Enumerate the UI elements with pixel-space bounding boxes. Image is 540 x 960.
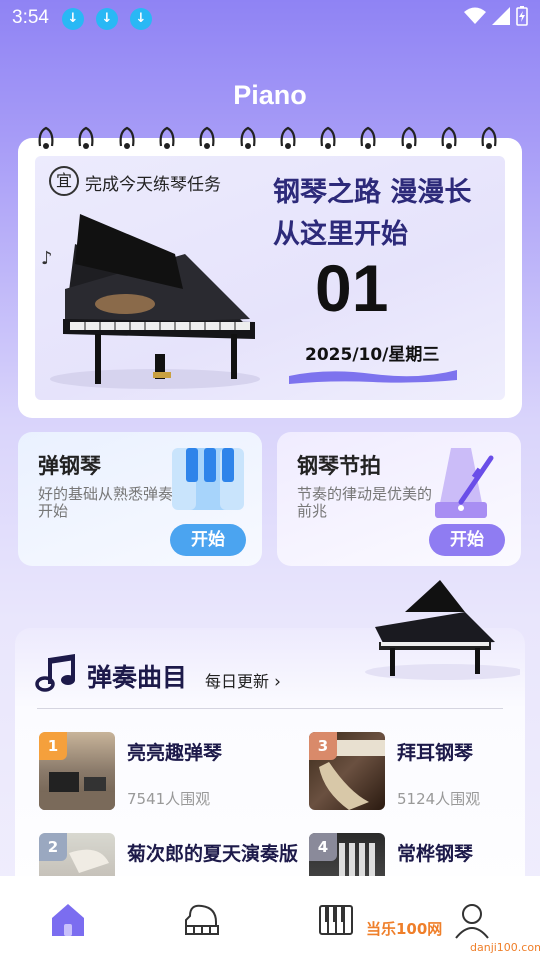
- song-views: 5124人围观: [397, 790, 481, 808]
- status-bar: 3:54 ↓ ↓ ↓: [0, 0, 540, 38]
- user-icon[interactable]: [452, 900, 492, 940]
- daily-update-label: 每日更新: [205, 672, 270, 691]
- task-text: 完成今天练琴任务: [85, 175, 221, 195]
- svg-text:♪: ♪: [41, 248, 53, 269]
- rank-badge: 4: [309, 833, 337, 861]
- music-note-icon: [35, 654, 75, 692]
- feature-desc: 好的基础从熟悉弹奏开始: [38, 485, 174, 520]
- binder-ring: [280, 126, 296, 149]
- watermark-text: 当乐100网: [366, 920, 443, 938]
- watermark-url: danji100.com: [470, 941, 540, 954]
- binder-ring: [320, 126, 336, 149]
- feature-desc: 节奏的律动是优美的前兆: [297, 485, 433, 520]
- song-item[interactable]: 1 亮亮趣弹琴 7541人围观: [39, 732, 269, 812]
- wifi-icon: [464, 7, 486, 24]
- song-views: 7541人围观: [127, 790, 211, 808]
- piano-icon[interactable]: [182, 900, 222, 940]
- metronome-icon: [435, 448, 494, 518]
- slogan-line2: 从这里开始: [273, 219, 408, 250]
- binder-ring: [401, 126, 417, 149]
- piano-keys-icon: [172, 448, 244, 510]
- battery-charging-icon: [516, 6, 528, 26]
- download-icon: ↓: [96, 8, 118, 30]
- binder-ring: [441, 126, 457, 149]
- binder-ring: [481, 126, 497, 149]
- songs-title: 弹奏曲目: [87, 663, 188, 692]
- divider: [37, 708, 503, 709]
- feature-title: 钢琴节拍: [297, 454, 381, 478]
- calendar-inner: ♪ 宜 完成今天练琴任务 钢琴之路 漫漫长 从这里开始 01 2025/10/星…: [35, 156, 505, 400]
- bottom-nav: [0, 876, 540, 960]
- rank-badge: 3: [309, 732, 337, 760]
- feature-card-metronome[interactable]: 钢琴节拍 节奏的律动是优美的前兆 开始: [277, 432, 521, 566]
- feature-card-play-piano[interactable]: 弹钢琴 好的基础从熟悉弹奏开始 开始: [18, 432, 262, 566]
- feature-title: 弹钢琴: [38, 454, 101, 478]
- grand-piano-decoration: [365, 580, 520, 680]
- download-icon: ↓: [130, 8, 152, 30]
- start-button[interactable]: 开始: [170, 524, 246, 556]
- binder-ring: [78, 126, 94, 149]
- rank-badge: 1: [39, 732, 67, 760]
- binder-ring: [119, 126, 135, 149]
- home-icon[interactable]: [48, 900, 88, 940]
- rank-badge: 2: [39, 833, 67, 861]
- yi-badge: 宜: [49, 166, 79, 196]
- start-button[interactable]: 开始: [429, 524, 505, 556]
- binder-ring: [38, 126, 54, 149]
- song-name: 菊次郎的夏天演奏版: [127, 843, 299, 865]
- calendar-card: ♪ 宜 完成今天练琴任务 钢琴之路 漫漫长 从这里开始 01 2025/10/星…: [18, 126, 522, 418]
- binder-ring: [199, 126, 215, 149]
- song-name: 拜耳钢琴: [397, 742, 474, 764]
- page-title: Piano: [233, 80, 307, 110]
- daily-update-link[interactable]: 每日更新 ›: [205, 668, 281, 692]
- download-icon: ↓: [62, 8, 84, 30]
- song-item[interactable]: 3 拜耳钢琴 5124人围观: [309, 732, 539, 812]
- song-name: 常桦钢琴: [397, 843, 474, 865]
- binder-ring: [159, 126, 175, 149]
- wave-decoration: [289, 370, 457, 384]
- binder-ring: [360, 126, 376, 149]
- chevron-right-icon: ›: [274, 672, 281, 692]
- song-name: 亮亮趣弹琴: [127, 742, 223, 764]
- signal-icon: [492, 7, 510, 25]
- calendar-day: 01: [315, 251, 389, 325]
- slogan-line1: 钢琴之路 漫漫长: [273, 177, 472, 208]
- status-time: 3:54: [12, 7, 49, 28]
- binder-ring: [240, 126, 255, 149]
- grand-piano-illustration: ♪: [41, 214, 260, 389]
- calendar-date: 2025/10/星期三: [305, 345, 440, 365]
- keyboard-icon[interactable]: [316, 900, 356, 940]
